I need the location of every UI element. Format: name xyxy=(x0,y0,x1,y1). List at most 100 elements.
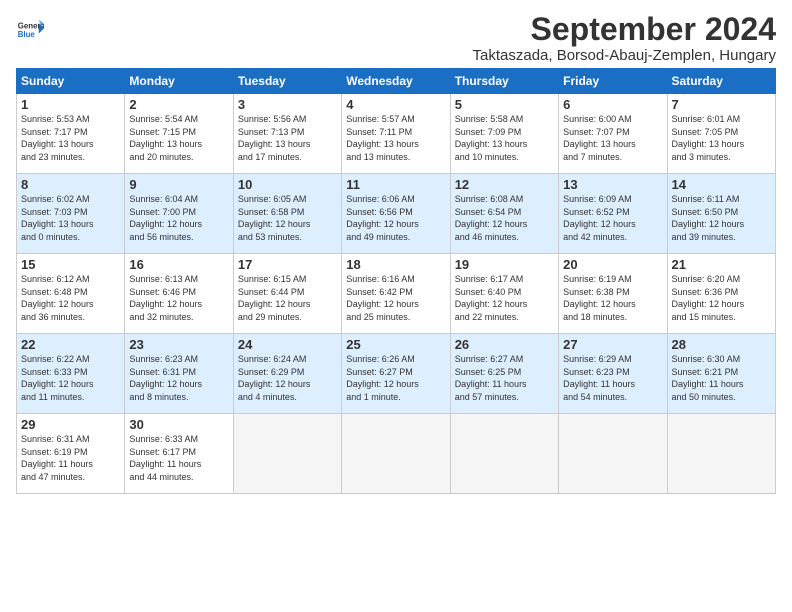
day-number: 1 xyxy=(21,97,120,112)
day-number: 4 xyxy=(346,97,445,112)
calendar-cell: 17Sunrise: 6:15 AM Sunset: 6:44 PM Dayli… xyxy=(233,254,341,334)
calendar-cell: 22Sunrise: 6:22 AM Sunset: 6:33 PM Dayli… xyxy=(17,334,125,414)
day-info: Sunrise: 6:04 AM Sunset: 7:00 PM Dayligh… xyxy=(129,193,228,243)
month-title: September 2024 xyxy=(473,12,777,47)
day-number: 9 xyxy=(129,177,228,192)
calendar-cell: 9Sunrise: 6:04 AM Sunset: 7:00 PM Daylig… xyxy=(125,174,233,254)
day-info: Sunrise: 6:05 AM Sunset: 6:58 PM Dayligh… xyxy=(238,193,337,243)
header-monday: Monday xyxy=(125,69,233,94)
calendar-cell xyxy=(667,414,775,494)
calendar: SundayMondayTuesdayWednesdayThursdayFrid… xyxy=(16,68,776,494)
calendar-week-3: 15Sunrise: 6:12 AM Sunset: 6:48 PM Dayli… xyxy=(17,254,776,334)
svg-text:Blue: Blue xyxy=(18,30,36,39)
day-number: 16 xyxy=(129,257,228,272)
day-info: Sunrise: 6:11 AM Sunset: 6:50 PM Dayligh… xyxy=(672,193,771,243)
day-number: 10 xyxy=(238,177,337,192)
calendar-cell: 1Sunrise: 5:53 AM Sunset: 7:17 PM Daylig… xyxy=(17,94,125,174)
calendar-cell: 7Sunrise: 6:01 AM Sunset: 7:05 PM Daylig… xyxy=(667,94,775,174)
day-info: Sunrise: 6:26 AM Sunset: 6:27 PM Dayligh… xyxy=(346,353,445,403)
calendar-cell: 28Sunrise: 6:30 AM Sunset: 6:21 PM Dayli… xyxy=(667,334,775,414)
day-info: Sunrise: 6:31 AM Sunset: 6:19 PM Dayligh… xyxy=(21,433,120,483)
header-thursday: Thursday xyxy=(450,69,558,94)
day-number: 6 xyxy=(563,97,662,112)
day-info: Sunrise: 6:33 AM Sunset: 6:17 PM Dayligh… xyxy=(129,433,228,483)
header-friday: Friday xyxy=(559,69,667,94)
calendar-cell xyxy=(342,414,450,494)
day-number: 13 xyxy=(563,177,662,192)
calendar-cell: 15Sunrise: 6:12 AM Sunset: 6:48 PM Dayli… xyxy=(17,254,125,334)
calendar-cell: 6Sunrise: 6:00 AM Sunset: 7:07 PM Daylig… xyxy=(559,94,667,174)
logo-icon: General Blue xyxy=(16,16,44,44)
day-number: 30 xyxy=(129,417,228,432)
calendar-cell: 23Sunrise: 6:23 AM Sunset: 6:31 PM Dayli… xyxy=(125,334,233,414)
day-number: 14 xyxy=(672,177,771,192)
calendar-week-4: 22Sunrise: 6:22 AM Sunset: 6:33 PM Dayli… xyxy=(17,334,776,414)
day-number: 5 xyxy=(455,97,554,112)
day-info: Sunrise: 5:57 AM Sunset: 7:11 PM Dayligh… xyxy=(346,113,445,163)
day-info: Sunrise: 6:22 AM Sunset: 6:33 PM Dayligh… xyxy=(21,353,120,403)
day-info: Sunrise: 6:19 AM Sunset: 6:38 PM Dayligh… xyxy=(563,273,662,323)
day-info: Sunrise: 6:16 AM Sunset: 6:42 PM Dayligh… xyxy=(346,273,445,323)
day-number: 7 xyxy=(672,97,771,112)
calendar-cell: 20Sunrise: 6:19 AM Sunset: 6:38 PM Dayli… xyxy=(559,254,667,334)
calendar-week-5: 29Sunrise: 6:31 AM Sunset: 6:19 PM Dayli… xyxy=(17,414,776,494)
day-info: Sunrise: 6:27 AM Sunset: 6:25 PM Dayligh… xyxy=(455,353,554,403)
day-info: Sunrise: 5:54 AM Sunset: 7:15 PM Dayligh… xyxy=(129,113,228,163)
location-title: Taktaszada, Borsod-Abauj-Zemplen, Hungar… xyxy=(473,47,777,64)
calendar-cell: 3Sunrise: 5:56 AM Sunset: 7:13 PM Daylig… xyxy=(233,94,341,174)
day-info: Sunrise: 6:20 AM Sunset: 6:36 PM Dayligh… xyxy=(672,273,771,323)
day-number: 26 xyxy=(455,337,554,352)
calendar-cell: 12Sunrise: 6:08 AM Sunset: 6:54 PM Dayli… xyxy=(450,174,558,254)
calendar-cell xyxy=(450,414,558,494)
calendar-week-2: 8Sunrise: 6:02 AM Sunset: 7:03 PM Daylig… xyxy=(17,174,776,254)
day-number: 20 xyxy=(563,257,662,272)
day-number: 2 xyxy=(129,97,228,112)
calendar-cell: 29Sunrise: 6:31 AM Sunset: 6:19 PM Dayli… xyxy=(17,414,125,494)
calendar-cell: 10Sunrise: 6:05 AM Sunset: 6:58 PM Dayli… xyxy=(233,174,341,254)
day-info: Sunrise: 6:06 AM Sunset: 6:56 PM Dayligh… xyxy=(346,193,445,243)
calendar-cell: 26Sunrise: 6:27 AM Sunset: 6:25 PM Dayli… xyxy=(450,334,558,414)
day-number: 11 xyxy=(346,177,445,192)
day-number: 15 xyxy=(21,257,120,272)
day-info: Sunrise: 5:56 AM Sunset: 7:13 PM Dayligh… xyxy=(238,113,337,163)
calendar-cell: 11Sunrise: 6:06 AM Sunset: 6:56 PM Dayli… xyxy=(342,174,450,254)
day-info: Sunrise: 6:08 AM Sunset: 6:54 PM Dayligh… xyxy=(455,193,554,243)
day-info: Sunrise: 6:30 AM Sunset: 6:21 PM Dayligh… xyxy=(672,353,771,403)
calendar-cell: 2Sunrise: 5:54 AM Sunset: 7:15 PM Daylig… xyxy=(125,94,233,174)
day-number: 17 xyxy=(238,257,337,272)
day-number: 22 xyxy=(21,337,120,352)
day-info: Sunrise: 6:13 AM Sunset: 6:46 PM Dayligh… xyxy=(129,273,228,323)
day-info: Sunrise: 6:24 AM Sunset: 6:29 PM Dayligh… xyxy=(238,353,337,403)
calendar-header-row: SundayMondayTuesdayWednesdayThursdayFrid… xyxy=(17,69,776,94)
day-number: 12 xyxy=(455,177,554,192)
day-number: 29 xyxy=(21,417,120,432)
day-info: Sunrise: 6:09 AM Sunset: 6:52 PM Dayligh… xyxy=(563,193,662,243)
header-saturday: Saturday xyxy=(667,69,775,94)
title-block: September 2024 Taktaszada, Borsod-Abauj-… xyxy=(473,12,777,64)
day-info: Sunrise: 6:01 AM Sunset: 7:05 PM Dayligh… xyxy=(672,113,771,163)
day-number: 21 xyxy=(672,257,771,272)
day-number: 8 xyxy=(21,177,120,192)
header-wednesday: Wednesday xyxy=(342,69,450,94)
calendar-cell: 13Sunrise: 6:09 AM Sunset: 6:52 PM Dayli… xyxy=(559,174,667,254)
header-sunday: Sunday xyxy=(17,69,125,94)
day-number: 19 xyxy=(455,257,554,272)
calendar-week-1: 1Sunrise: 5:53 AM Sunset: 7:17 PM Daylig… xyxy=(17,94,776,174)
calendar-cell: 16Sunrise: 6:13 AM Sunset: 6:46 PM Dayli… xyxy=(125,254,233,334)
day-info: Sunrise: 6:02 AM Sunset: 7:03 PM Dayligh… xyxy=(21,193,120,243)
calendar-cell: 27Sunrise: 6:29 AM Sunset: 6:23 PM Dayli… xyxy=(559,334,667,414)
calendar-cell: 21Sunrise: 6:20 AM Sunset: 6:36 PM Dayli… xyxy=(667,254,775,334)
day-info: Sunrise: 6:00 AM Sunset: 7:07 PM Dayligh… xyxy=(563,113,662,163)
day-info: Sunrise: 6:15 AM Sunset: 6:44 PM Dayligh… xyxy=(238,273,337,323)
day-number: 3 xyxy=(238,97,337,112)
calendar-cell: 30Sunrise: 6:33 AM Sunset: 6:17 PM Dayli… xyxy=(125,414,233,494)
day-number: 23 xyxy=(129,337,228,352)
day-number: 18 xyxy=(346,257,445,272)
calendar-cell: 4Sunrise: 5:57 AM Sunset: 7:11 PM Daylig… xyxy=(342,94,450,174)
calendar-cell: 25Sunrise: 6:26 AM Sunset: 6:27 PM Dayli… xyxy=(342,334,450,414)
calendar-cell: 19Sunrise: 6:17 AM Sunset: 6:40 PM Dayli… xyxy=(450,254,558,334)
day-info: Sunrise: 6:12 AM Sunset: 6:48 PM Dayligh… xyxy=(21,273,120,323)
calendar-cell: 5Sunrise: 5:58 AM Sunset: 7:09 PM Daylig… xyxy=(450,94,558,174)
day-info: Sunrise: 6:23 AM Sunset: 6:31 PM Dayligh… xyxy=(129,353,228,403)
day-info: Sunrise: 6:17 AM Sunset: 6:40 PM Dayligh… xyxy=(455,273,554,323)
